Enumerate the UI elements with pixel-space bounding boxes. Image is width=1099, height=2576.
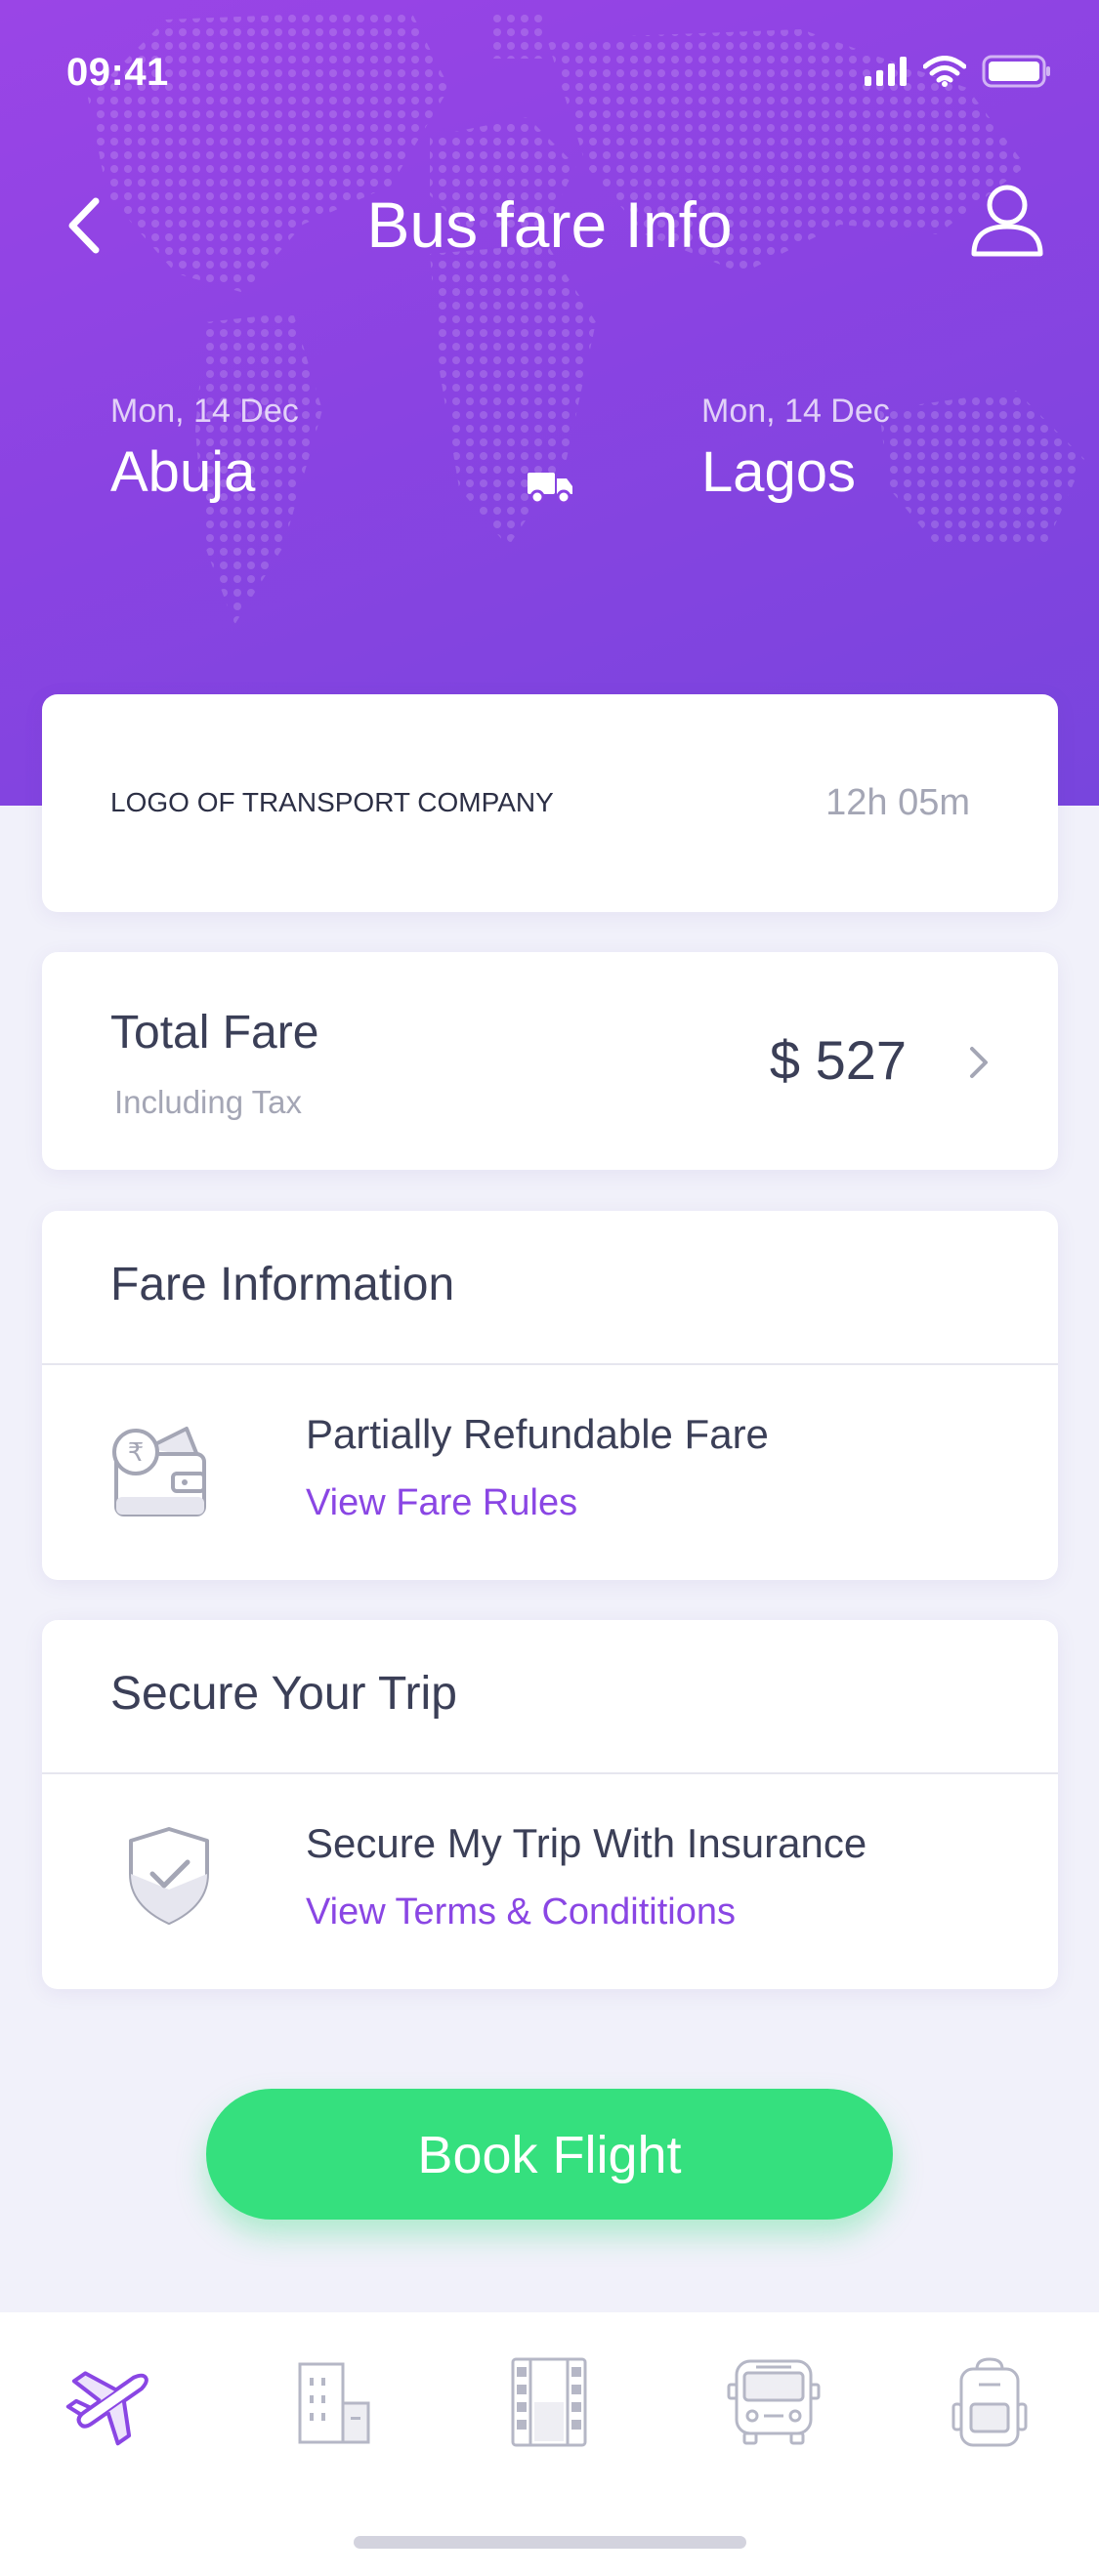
wifi-icon (923, 56, 966, 87)
wallet-icon: ₹ (112, 1427, 206, 1517)
tab-flights[interactable] (57, 2353, 164, 2451)
destination-date: Mon, 14 Dec (701, 393, 890, 430)
status-icons (865, 55, 1052, 88)
secure-trip-card: Secure Your Trip Secure My Trip With Ins… (42, 1620, 1058, 1989)
company-logo-placeholder: LOGO OF TRANSPORT COMPANY (110, 787, 554, 817)
view-terms-link[interactable]: View Terms & Condititions (306, 1891, 736, 1933)
page-title: Bus fare Info (366, 188, 733, 261)
signal-icon (865, 57, 907, 86)
refund-policy-text: Partially Refundable Fare (306, 1411, 769, 1457)
total-fare-card[interactable]: Total Fare Including Tax $ 527 (42, 952, 1058, 1170)
total-fare-amount: $ 527 (769, 1029, 907, 1091)
battery-icon (982, 55, 1050, 88)
origin-date: Mon, 14 Dec (110, 393, 299, 430)
insurance-text: Secure My Trip With Insurance (306, 1820, 867, 1866)
airplane-icon (65, 2371, 148, 2446)
total-fare-label: Total Fare (110, 1007, 319, 1059)
tab-trips[interactable] (936, 2353, 1043, 2451)
backpack-icon (951, 2357, 1028, 2447)
card-divider (42, 1363, 1058, 1365)
tab-bus[interactable] (720, 2353, 827, 2451)
including-tax-label: Including Tax (114, 1084, 303, 1120)
tab-hotels[interactable] (276, 2353, 384, 2451)
card-divider (42, 1772, 1058, 1774)
fare-information-card: Fare Information ₹ Partially Refundable … (42, 1211, 1058, 1580)
trip-duration: 12h 05m (825, 782, 970, 823)
transport-company-card: LOGO OF TRANSPORT COMPANY 12h 05m (42, 694, 1058, 912)
tab-movies[interactable] (495, 2353, 603, 2451)
book-flight-button[interactable]: Book Flight (206, 2089, 893, 2220)
truck-icon (528, 473, 572, 504)
status-time: 09:41 (66, 51, 169, 94)
bus-icon (727, 2359, 821, 2445)
chevron-right-icon (970, 1047, 988, 1078)
destination-city: Lagos (701, 440, 857, 504)
shield-icon (129, 1827, 209, 1925)
fare-information-heading: Fare Information (110, 1259, 455, 1310)
svg-text:₹: ₹ (128, 1438, 145, 1468)
origin-city: Abuja (110, 440, 256, 504)
hotel-icon (298, 2362, 370, 2444)
view-fare-rules-link[interactable]: View Fare Rules (306, 1482, 577, 1524)
film-icon (511, 2357, 587, 2447)
profile-icon[interactable] (968, 180, 1046, 258)
secure-trip-heading: Secure Your Trip (110, 1668, 457, 1720)
home-indicator (354, 2536, 746, 2549)
